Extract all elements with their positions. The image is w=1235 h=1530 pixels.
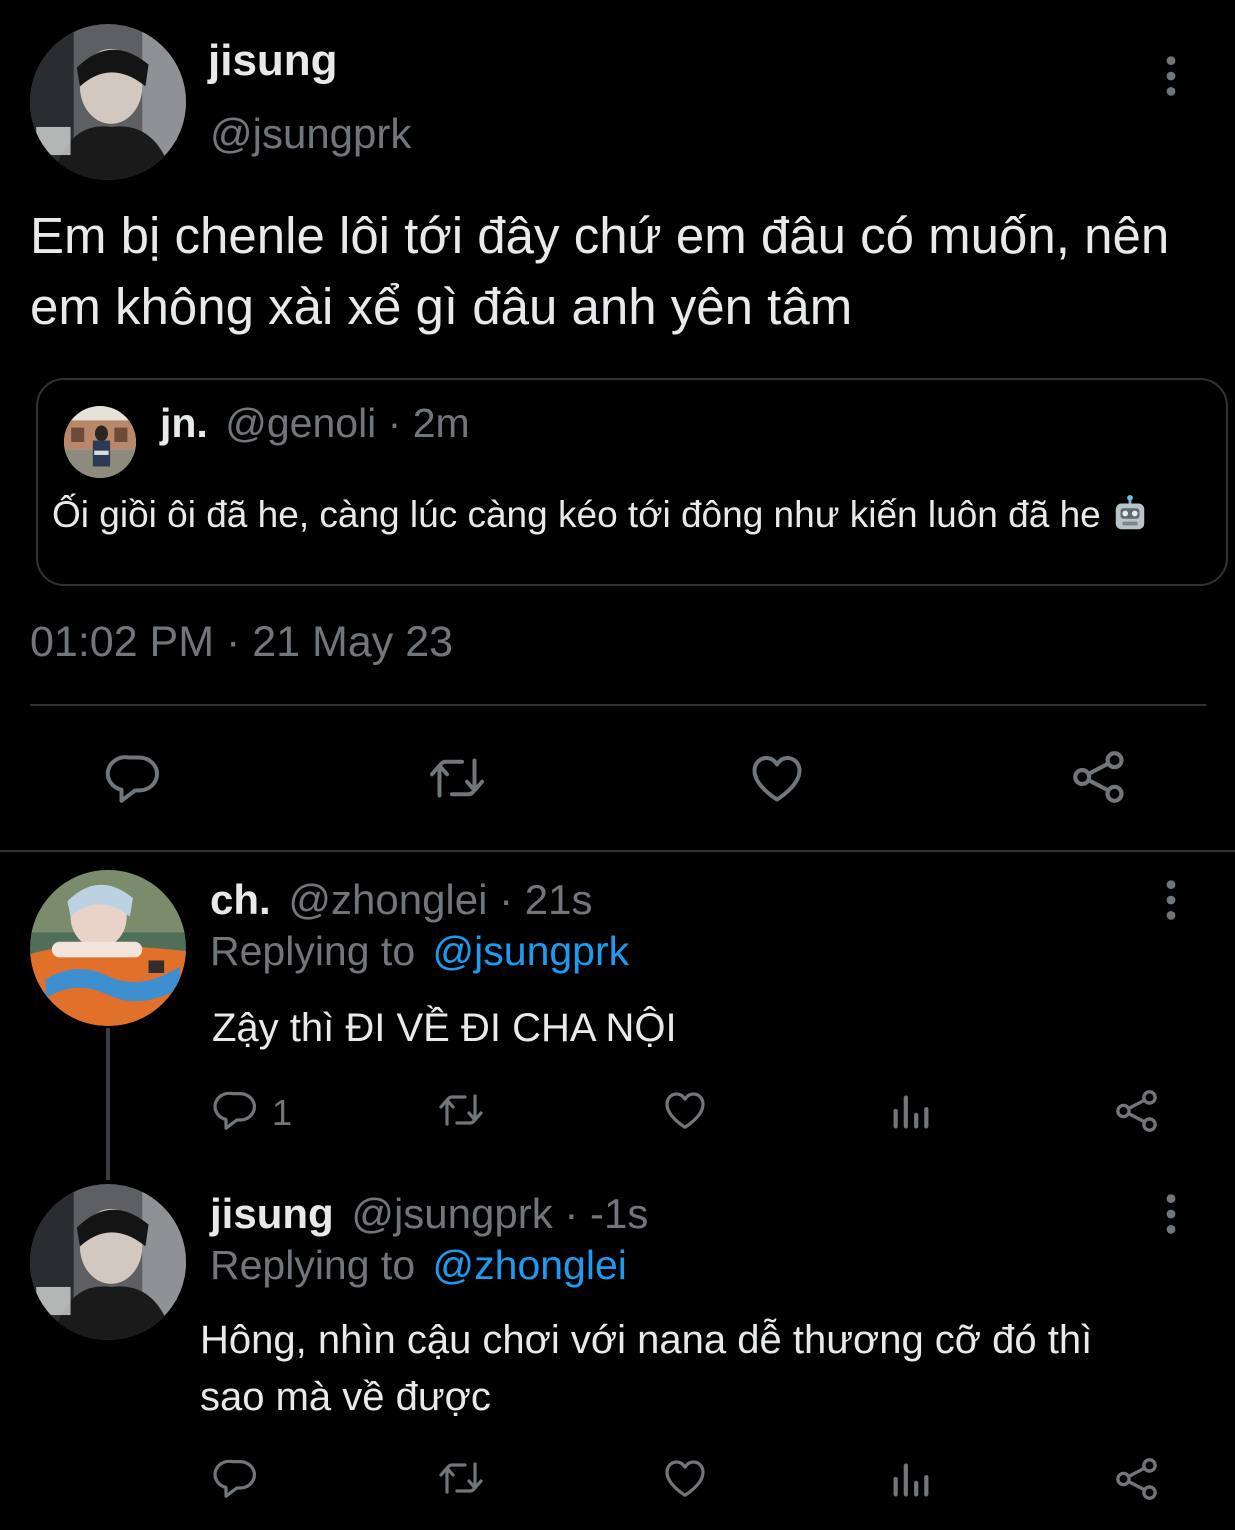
divider [0,850,1235,852]
like-icon[interactable] [746,748,808,808]
share-icon[interactable] [1112,1454,1162,1504]
replying-to-label: Replying to [210,1242,416,1288]
more-vertical-icon[interactable] [1158,878,1188,928]
more-vertical-icon[interactable] [1158,54,1188,104]
retweet-icon[interactable] [434,1454,488,1502]
like-icon[interactable] [660,1454,710,1502]
author-name[interactable]: jisung [208,36,338,86]
like-icon[interactable] [660,1086,710,1134]
quoted-author-avatar[interactable] [64,406,136,478]
reply-handle-time: @zhonglei · 21s [288,876,593,923]
robot-face-emoji [1111,495,1149,533]
more-vertical-icon[interactable] [1158,1192,1188,1242]
reply-icon[interactable] [212,1454,260,1502]
author-handle[interactable]: @jsungprk [210,110,411,158]
reply-author-avatar[interactable] [30,1184,186,1340]
reply-author-avatar[interactable] [30,870,186,1026]
thread-connector [106,1028,110,1180]
analytics-icon[interactable] [888,1456,934,1502]
reply-text: Hông, nhìn cậu chơi với nana dễ thương c… [200,1318,1093,1420]
quoted-tweet[interactable]: jn. @genoli · 2m Ối giồi ôi đã he, càng … [36,378,1228,586]
reply-author-name[interactable]: ch. [210,876,271,923]
replying-to-handle[interactable]: @zhonglei [433,1242,627,1288]
tweet-text: Em bị chenle lôi tới đây chứ em đâu có m… [30,207,1170,336]
quoted-handle-time: @genoli · 2m [225,400,470,446]
share-icon[interactable] [1112,1086,1162,1136]
quoted-tweet-text: Ối giồi ôi đã he, càng lúc càng kéo tới … [52,494,1101,535]
quoted-author-name[interactable]: jn. [160,400,208,446]
replying-to-handle[interactable]: @jsungprk [433,928,630,974]
reply-count: 1 [272,1092,293,1133]
tweet-timestamp: 01:02 PM · 21 May 23 [30,618,454,666]
share-icon[interactable] [1068,746,1130,808]
replying-to-label: Replying to [210,928,416,974]
reply-text: Zậy thì ĐI VỀ ĐI CHA NỘI [212,1006,677,1050]
reply-icon[interactable] [104,748,164,808]
author-avatar[interactable] [30,24,186,180]
reply-handle-time: @jsungprk · -1s [351,1190,649,1237]
divider [30,704,1206,706]
retweet-icon[interactable] [424,748,490,808]
reply-author-name[interactable]: jisung [210,1190,334,1237]
analytics-icon[interactable] [888,1088,934,1134]
reply-icon[interactable] [212,1086,260,1134]
retweet-icon[interactable] [434,1086,488,1134]
